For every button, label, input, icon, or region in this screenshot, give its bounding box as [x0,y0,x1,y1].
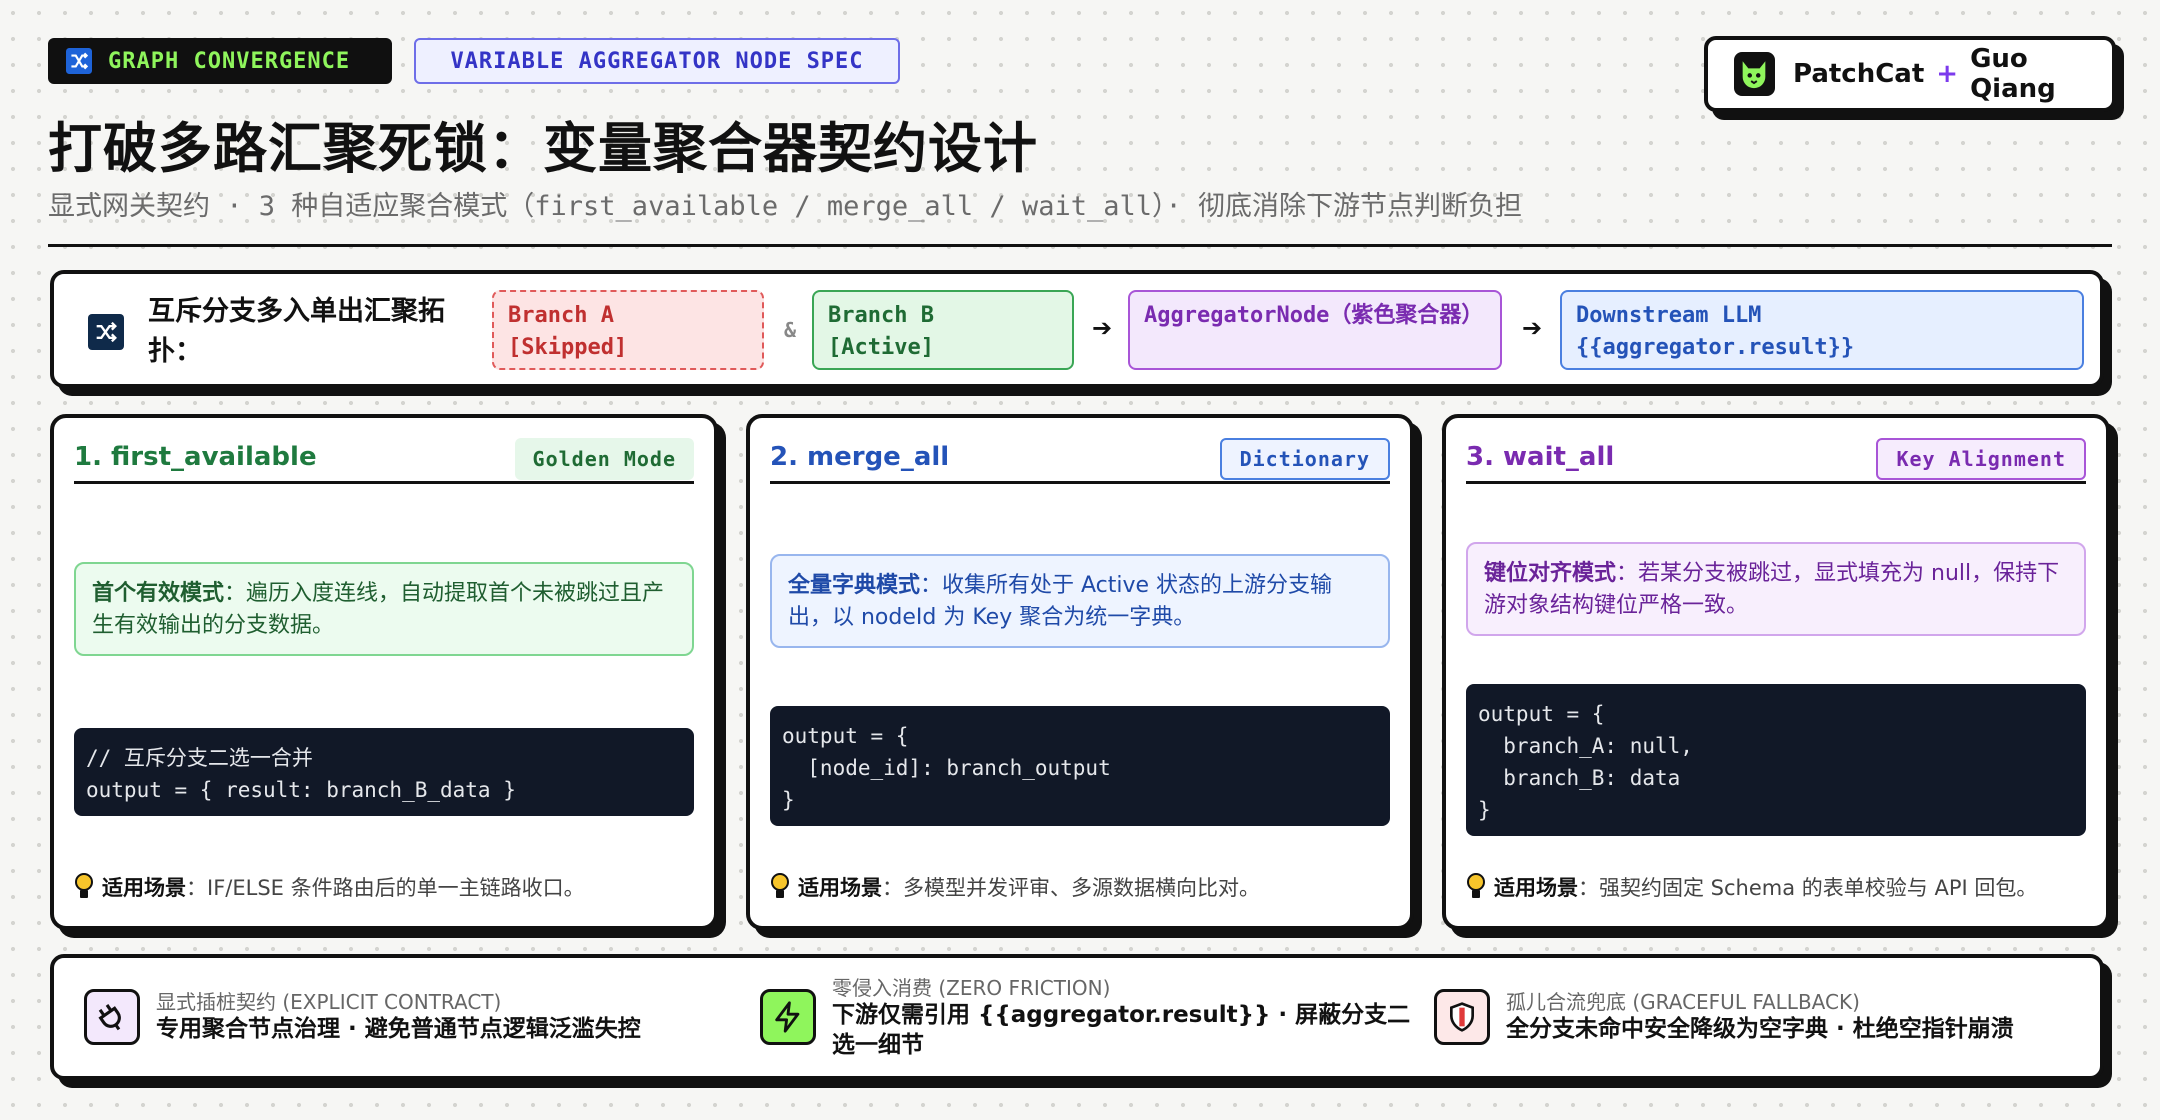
page-subtitle: 显式网关契约 · 3 种自适应聚合模式（first_available / me… [48,191,1522,222]
desc-bold: 键位对齐模式 [1484,561,1617,586]
node-aggregator: AggregatorNode（紫色聚合器） [1128,290,1502,370]
desc-bold: 全量字典模式 [788,573,921,598]
feature-sub: 显式插桩契约 (EXPLICIT CONTRACT) [156,990,502,1014]
mode-card-merge-all: 2. merge_all Dictionary 全量字典模式：收集所有处于 Ac… [746,414,1414,930]
feature-zero-friction: 零侵入消费 (ZERO FRICTION) 下游仅需引用 {{aggregato… [760,958,1420,1076]
card-title: 2. merge_all [770,442,950,472]
plug-icon [84,989,140,1045]
card-scenario: 适用场景 ：多模型并发评审、多源数据横向比对。 [770,872,1400,902]
card-badge: Golden Mode [514,438,694,480]
page-title: 打破多路汇聚死锁：变量聚合器契约设计 [48,117,1038,180]
card-scenario: 适用场景 ：强契约固定 Schema 的表单校验与 API 回包。 [1466,872,2096,902]
arrow-right-icon: ➔ [1092,314,1113,342]
graph-convergence-label: GRAPH CONVERGENCE [108,48,351,74]
node-branch-a-state: [Skipped] [508,335,628,360]
code-block: output = { [node_id]: branch_output } [770,706,1390,826]
cat-logo-icon [1734,52,1775,96]
mode-card-first-available: 1. first_available Golden Mode 首个有效模式：遍历… [50,414,718,930]
node-downstream-name: Downstream LLM [1576,303,1762,328]
card-scenario: 适用场景 ：IF/ELSE 条件路由后的单一主链路收口。 [74,872,704,902]
feature-sub: 零侵入消费 (ZERO FRICTION) [832,976,1111,1000]
brand-badge: PatchCat + Guo Qiang [1704,36,2116,112]
arrow-right-icon: ➔ [1522,314,1543,342]
lightning-icon [760,989,816,1045]
scenario-bold: 适用场景 [1494,876,1578,900]
code-block: output = { branch_A: null, branch_B: dat… [1466,684,2086,836]
node-branch-a-name: Branch A [508,303,614,328]
feature-explicit-contract: 显式插桩契约 (EXPLICIT CONTRACT) 专用聚合节点治理 · 避免… [84,958,724,1076]
shield-icon [1434,989,1490,1045]
lightbulb-icon [1467,873,1485,898]
scenario-text: ：强契约固定 Schema 的表单校验与 API 回包。 [1578,876,2038,900]
header-divider [48,244,2112,247]
scenario-bold: 适用场景 [102,876,186,900]
card-title: 1. first_available [74,442,317,472]
feature-sub: 孤儿合流兜底 (GRACEFUL FALLBACK) [1506,990,1860,1014]
code-block: // 互斥分支二选一合并 output = { result: branch_B… [74,728,694,816]
graph-convergence-tag: GRAPH CONVERGENCE [48,38,392,84]
node-branch-b: Branch B [Active] [812,290,1074,370]
feature-main: 全分支未命中安全降级为空字典 · 杜绝空指针崩溃 [1506,1016,2014,1042]
feature-bar: 显式插桩契约 (EXPLICIT CONTRACT) 专用聚合节点治理 · 避免… [50,954,2104,1080]
spec-tag: VARIABLE AGGREGATOR NODE SPEC [414,38,900,84]
topology-label: 互斥分支多入单出汇聚拓扑： [148,296,445,367]
card-header: 3. wait_all Key Alignment [1466,438,2086,484]
node-downstream-llm: Downstream LLM {{aggregator.result}} [1560,290,2084,370]
lightbulb-icon [75,873,93,898]
desc-bold: 首个有效模式 [92,581,225,606]
scenario-text: ：多模型并发评审、多源数据横向比对。 [882,876,1260,900]
node-branch-a: Branch A [Skipped] [492,290,764,370]
node-branch-b-state: [Active] [828,335,934,360]
feature-graceful-fallback: 孤儿合流兜底 (GRACEFUL FALLBACK) 全分支未命中安全降级为空字… [1434,958,2084,1076]
card-header: 2. merge_all Dictionary [770,438,1390,484]
card-description: 全量字典模式：收集所有处于 Active 状态的上游分支输出，以 nodeId … [770,554,1390,648]
card-description: 键位对齐模式：若某分支被跳过，显式填充为 null，保持下游对象结构键位严格一致… [1466,542,2086,636]
scenario-bold: 适用场景 [798,876,882,900]
node-branch-b-name: Branch B [828,303,934,328]
feature-main: 专用聚合节点治理 · 避免普通节点逻辑泛滥失控 [156,1016,641,1042]
lightbulb-icon [771,873,789,898]
shuffle-icon [66,48,92,74]
card-description: 首个有效模式：遍历入度连线，自动提取首个未被跳过且产生有效输出的分支数据。 [74,562,694,656]
node-downstream-ref: {{aggregator.result}} [1576,335,1855,360]
topology-bar: 互斥分支多入单出汇聚拓扑： Branch A [Skipped] & Branc… [50,270,2104,388]
card-badge: Key Alignment [1876,438,2086,480]
feature-main: 下游仅需引用 {{aggregator.result}} · 屏蔽分支二选一细节 [832,1002,1411,1058]
card-badge: Dictionary [1219,438,1390,480]
brand-author: Guo Qiang [1970,44,2056,104]
card-header: 1. first_available Golden Mode [74,438,694,484]
card-title: 3. wait_all [1466,442,1615,472]
brand-name: PatchCat [1792,59,1925,89]
brand-plus: + [1936,59,1959,89]
topology-shuffle-icon [88,314,124,350]
mode-card-wait-all: 3. wait_all Key Alignment 键位对齐模式：若某分支被跳过… [1442,414,2110,930]
scenario-text: ：IF/ELSE 条件路由后的单一主链路收口。 [186,876,585,900]
connector-amp: & [784,318,797,342]
